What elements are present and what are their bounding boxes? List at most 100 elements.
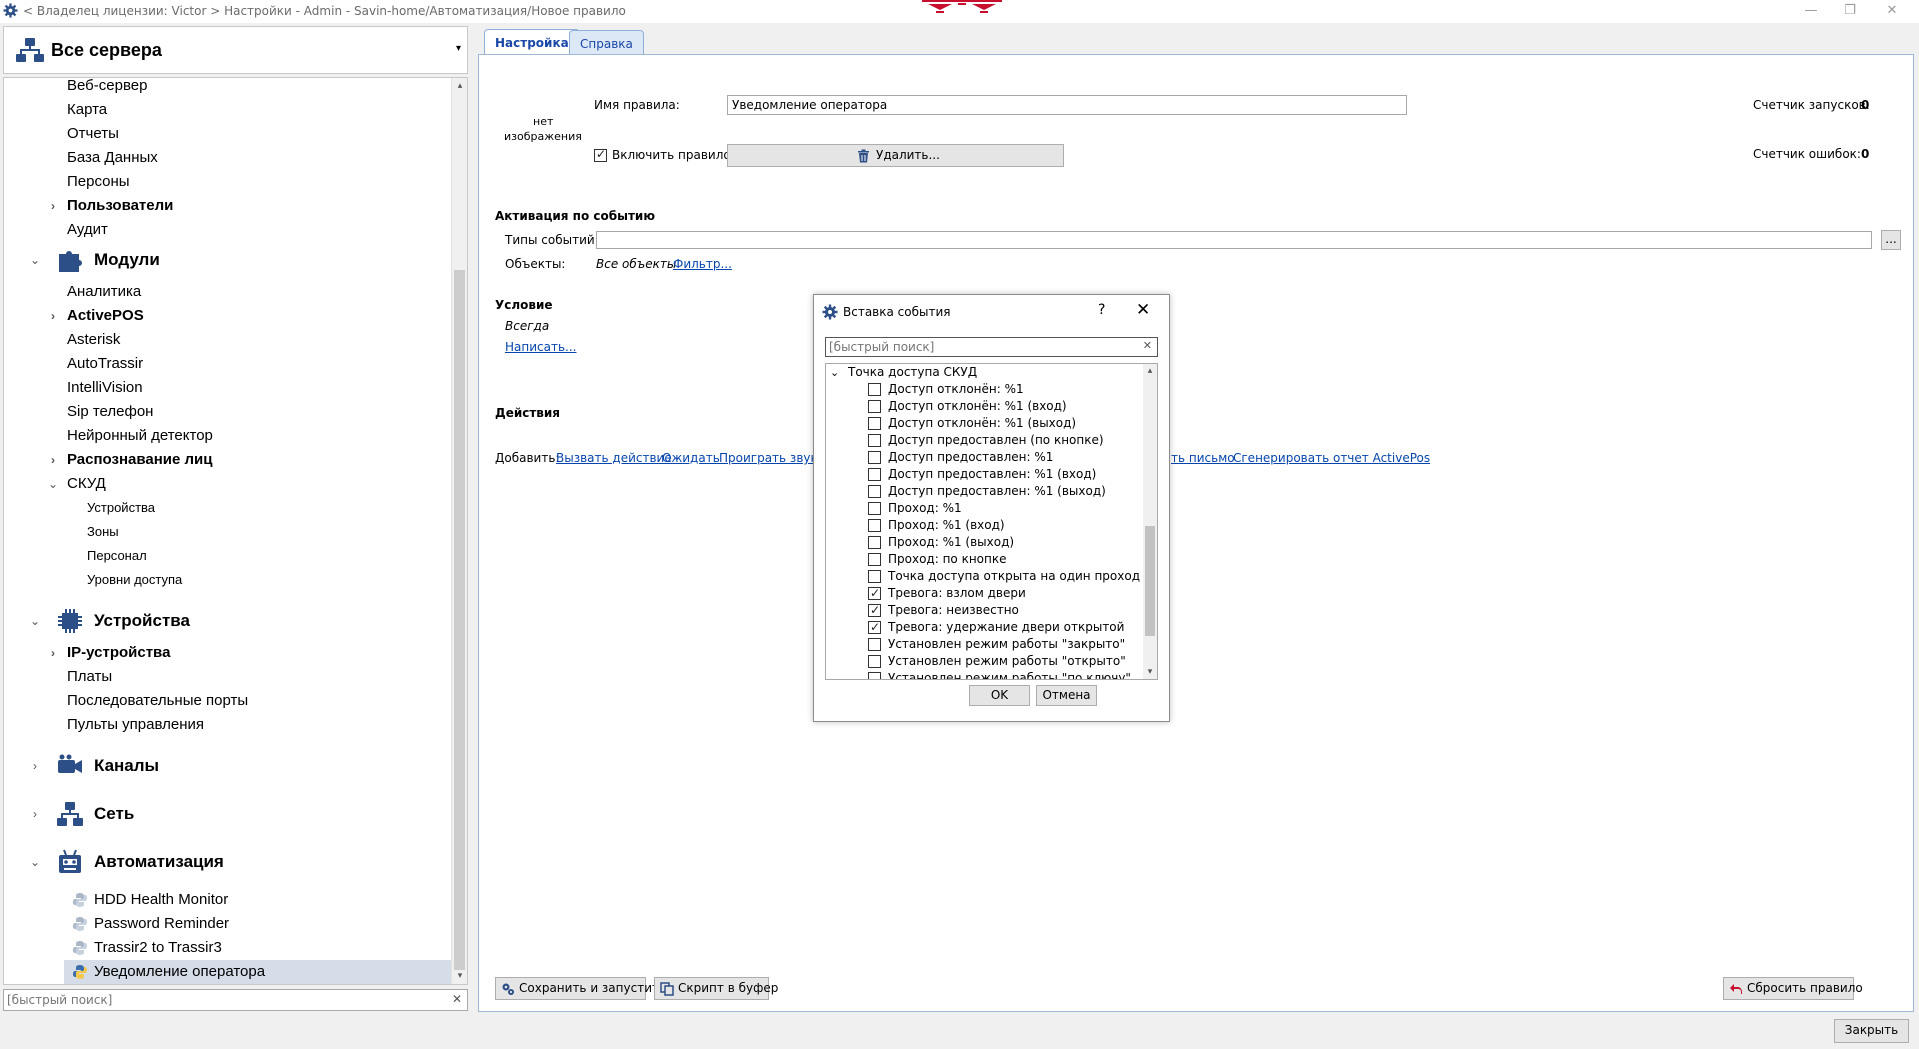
scrollbar-thumb[interactable] — [454, 270, 465, 970]
chevron-right-icon[interactable]: › — [28, 749, 42, 783]
chevron-right-icon[interactable]: › — [46, 448, 60, 472]
tree-item-skud-personnel[interactable]: Персонал — [4, 544, 452, 568]
event-checkbox[interactable] — [868, 451, 881, 464]
close-icon[interactable]: ✕ — [1136, 300, 1150, 320]
tree-search-input[interactable] — [7, 992, 437, 1008]
tree-item-autotrassir[interactable]: AutoTrassir — [4, 352, 452, 376]
restore-button[interactable]: ❐ — [1835, 1, 1865, 21]
tree-item-serial-ports[interactable]: Последовательные порты — [4, 689, 452, 713]
chevron-right-icon[interactable]: › — [46, 304, 60, 328]
tree-item-face-recognition[interactable]: › Распознавание лиц — [4, 448, 452, 472]
tree-item-skud-devices[interactable]: Устройства — [4, 496, 452, 520]
tree-item-web-server[interactable]: Веб-сервер — [4, 78, 452, 98]
scroll-up-icon[interactable]: ▴ — [452, 78, 467, 94]
chevron-down-icon[interactable]: ⌄ — [28, 845, 42, 879]
tree-item-trassir2-to-trassir3[interactable]: Trassir2 to Trassir3 — [4, 936, 452, 960]
minimize-button[interactable]: — — [1796, 1, 1826, 21]
tree-item-activepos[interactable]: › ActivePOS — [4, 304, 452, 328]
tree-item-ip-devices[interactable]: › IP-устройства — [4, 641, 452, 665]
tree-item-map[interactable]: Карта — [4, 98, 452, 122]
tree-item-asterisk[interactable]: Asterisk — [4, 328, 452, 352]
ok-button[interactable]: OK — [969, 685, 1030, 706]
tree-section-modules[interactable]: ⌄ Модули — [4, 243, 452, 277]
tree-item-skud[interactable]: ⌄ СКУД — [4, 472, 452, 496]
close-window-button[interactable]: ✕ — [1877, 1, 1907, 21]
tree-item-control-panels[interactable]: Пульты управления — [4, 713, 452, 737]
tree-scrollbar[interactable]: ▴ ▾ — [451, 78, 467, 984]
event-checkbox[interactable] — [868, 553, 881, 566]
event-checkbox[interactable] — [868, 638, 881, 651]
event-checkbox[interactable] — [868, 570, 881, 583]
event-checkbox[interactable] — [868, 468, 881, 481]
action-link-send-letter[interactable]: ть письмо — [1171, 451, 1235, 465]
server-selector[interactable]: Все сервера ▾ — [3, 26, 468, 74]
scroll-down-icon[interactable]: ▾ — [1143, 665, 1157, 679]
tree-item-skud-zones[interactable]: Зоны — [4, 520, 452, 544]
chevron-down-icon[interactable]: ⌄ — [46, 472, 60, 496]
close-button[interactable]: Закрыть — [1834, 1019, 1909, 1043]
chevron-down-icon[interactable]: ⌄ — [28, 604, 42, 638]
event-checkbox[interactable] — [868, 619, 881, 636]
tree-section-channels[interactable]: › Каналы — [4, 749, 452, 783]
tree-item-password-reminder[interactable]: Password Reminder — [4, 912, 452, 936]
event-checkbox[interactable] — [868, 602, 881, 619]
event-checkbox[interactable] — [868, 585, 881, 602]
rule-name-input[interactable]: Уведомление оператора — [727, 95, 1407, 115]
cancel-button[interactable]: Отмена — [1036, 685, 1097, 706]
scroll-up-icon[interactable]: ▴ — [1143, 364, 1157, 378]
chevron-right-icon[interactable]: › — [46, 194, 60, 218]
tree-quick-search[interactable]: ✕ — [3, 989, 468, 1011]
tree-item-hdd-health-monitor[interactable]: HDD Health Monitor — [4, 888, 452, 912]
event-types-input[interactable] — [596, 231, 1872, 249]
event-checkbox[interactable] — [868, 502, 881, 515]
event-quick-search[interactable]: ✕ — [825, 337, 1158, 357]
filter-link[interactable]: Фильтр... — [673, 257, 732, 271]
tree-item-reports[interactable]: Отчеты — [4, 122, 452, 146]
tree-item-neural-detector[interactable]: Нейронный детектор — [4, 424, 452, 448]
event-checkbox[interactable] — [868, 655, 881, 668]
event-checkbox[interactable] — [868, 417, 881, 430]
tree-item-sip-phone[interactable]: Sip телефон — [4, 400, 452, 424]
tree-section-network[interactable]: › Сеть — [4, 797, 452, 831]
browse-event-types-button[interactable]: ... — [1881, 230, 1901, 250]
action-link-activepos-report[interactable]: Сгенерировать отчет ActivePos — [1233, 451, 1430, 465]
enable-rule-checkbox[interactable] — [594, 147, 607, 162]
tree-section-automation[interactable]: ⌄ Автоматизация — [4, 845, 452, 879]
tree-item-audit[interactable]: Аудит — [4, 218, 452, 242]
tree-item-persons[interactable]: Персоны — [4, 170, 452, 194]
tree-item-boards[interactable]: Платы — [4, 665, 452, 689]
event-checkbox[interactable] — [868, 400, 881, 413]
event-checkbox[interactable] — [868, 536, 881, 549]
event-checkbox[interactable] — [868, 519, 881, 532]
tree-item-skud-access-levels[interactable]: Уровни доступа — [4, 568, 452, 592]
write-condition-link[interactable]: Написать... — [505, 340, 576, 354]
tab-settings[interactable]: Настройка — [484, 29, 580, 57]
event-checkbox[interactable] — [868, 383, 881, 396]
tab-help[interactable]: Справка — [569, 30, 644, 56]
help-icon[interactable]: ? — [1098, 302, 1105, 318]
tree-item-analytics[interactable]: Аналитика — [4, 280, 452, 304]
breadcrumb[interactable]: < Владелец лицензии: Victor > Настройки … — [23, 4, 626, 18]
event-checkbox[interactable] — [868, 672, 881, 679]
chevron-right-icon[interactable]: › — [28, 797, 42, 831]
chevron-down-icon[interactable]: ⌄ — [830, 364, 840, 381]
action-link-wait[interactable]: Ожидать — [662, 451, 720, 465]
reset-rule-button[interactable]: Сбросить правило — [1723, 977, 1863, 1000]
action-link-play-sound[interactable]: Проиграть звук — [719, 451, 818, 465]
event-checkbox[interactable] — [868, 434, 881, 447]
event-search-input[interactable] — [829, 339, 1129, 355]
chevron-down-icon[interactable]: ⌄ — [28, 243, 42, 277]
action-link-call-action[interactable]: Вызвать действие — [556, 451, 672, 465]
event-checkbox[interactable] — [868, 485, 881, 498]
script-to-buffer-button[interactable]: Скрипт в буфер — [654, 977, 778, 1000]
scroll-down-icon[interactable]: ▾ — [452, 968, 467, 984]
clear-search-icon[interactable]: ✕ — [452, 992, 462, 1006]
clear-search-icon[interactable]: ✕ — [1143, 339, 1152, 352]
event-list-scrollbar[interactable]: ▴ ▾ — [1143, 364, 1157, 679]
scrollbar-thumb[interactable] — [1145, 526, 1155, 636]
chevron-right-icon[interactable]: › — [46, 641, 60, 665]
tree-section-devices[interactable]: ⌄ Устройства — [4, 604, 452, 638]
delete-rule-button[interactable]: Удалить... — [727, 144, 1064, 167]
tree-item-intellivision[interactable]: IntelliVision — [4, 376, 452, 400]
save-and-run-button[interactable]: Сохранить и запустить — [495, 977, 666, 1000]
